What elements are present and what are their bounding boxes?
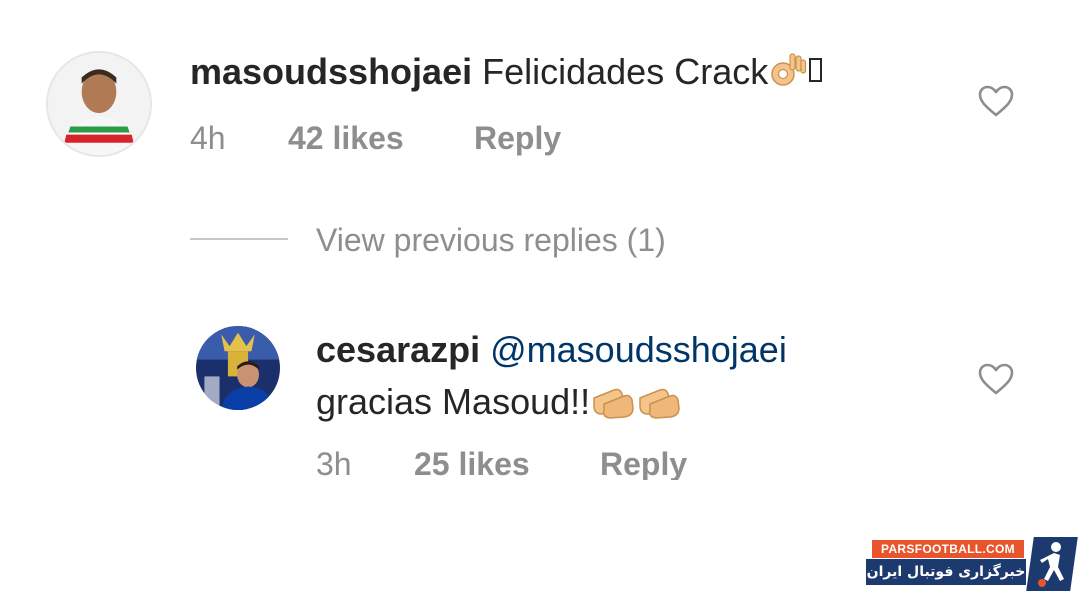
missing-glyph-icon (808, 53, 824, 96)
avatar-cesarazpi-image (196, 326, 280, 410)
comment-time: 3h (316, 446, 352, 482)
parsfootball-watermark: PARSFOOTBALL.COM خبرگزاری فوتبال ایران (866, 537, 1078, 591)
comment-time: 4h (190, 120, 226, 156)
avatar-masoudsshojaei-image (48, 53, 150, 155)
reply-button[interactable]: Reply (600, 446, 687, 483)
comment-text: gracias Masoud!! (316, 381, 591, 423)
comment-likes[interactable]: 25 likes (414, 446, 530, 483)
comment-line-2: gracias Masoud!! (316, 380, 682, 429)
comment-username[interactable]: cesarazpi (316, 329, 480, 370)
avatar[interactable] (46, 51, 152, 157)
comment-username[interactable]: masoudsshojaei (190, 51, 472, 92)
mention-link[interactable]: @masoudsshojaei (490, 329, 787, 370)
like-heart-icon[interactable] (977, 362, 1015, 396)
footballer-logo-icon (1026, 537, 1078, 591)
avatar[interactable] (196, 326, 280, 410)
comment-line: cesarazpi @masoudsshojaei (316, 329, 787, 371)
comment-likes[interactable]: 42 likes (288, 120, 404, 157)
like-heart-icon[interactable] (977, 84, 1015, 118)
view-previous-replies-button[interactable]: View previous replies (1) (316, 222, 666, 259)
clapping-hands-emoji-icon (636, 380, 682, 429)
reply-button[interactable]: Reply (474, 120, 561, 157)
watermark-bottom-text: خبرگزاری فوتبال ایران (866, 559, 1026, 585)
watermark-top-text: PARSFOOTBALL.COM (872, 540, 1024, 558)
replies-divider (190, 238, 288, 240)
comment-line: masoudsshojaei Felicidades Crack (190, 50, 824, 99)
comment-text: Felicidades Crack (482, 51, 769, 93)
clapping-hands-emoji-icon (590, 380, 636, 429)
ok-hand-emoji-icon (768, 50, 808, 99)
